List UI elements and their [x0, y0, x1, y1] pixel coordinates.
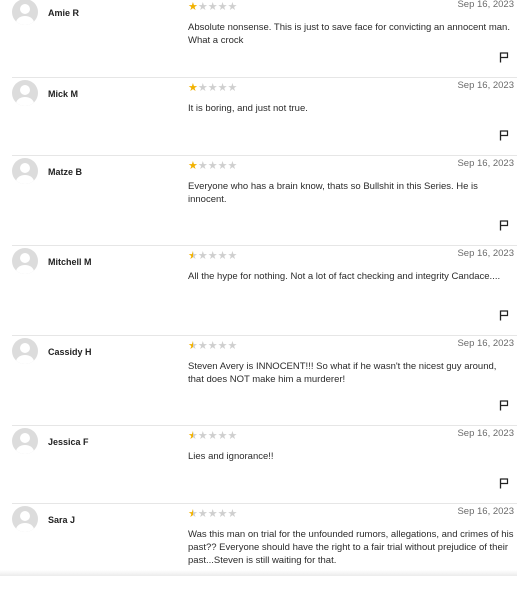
review-date: Sep 16, 2023: [457, 80, 514, 91]
star-icon: ★: [207, 340, 218, 352]
review-date: Sep 16, 2023: [457, 428, 514, 439]
star-icon: ★: [188, 250, 198, 262]
star-icon: ★: [207, 430, 218, 442]
star-icon: ★: [207, 1, 218, 13]
reviewer-name: Jessica F: [48, 437, 89, 447]
review-text: Absolute nonsense. This is just to save …: [188, 22, 510, 46]
star-icon: ★: [217, 82, 228, 94]
star-icon: ★: [197, 250, 208, 262]
star-icon: ★: [207, 160, 218, 172]
reviewer-name: Mitchell M: [48, 257, 92, 267]
star-icon: ★: [227, 160, 238, 172]
review-item: Mitchell M ★★★★★ Sep 16, 2023 All the hy…: [12, 246, 517, 336]
star-rating: ★★★★★: [188, 83, 237, 94]
star-rating: ★★★★★: [188, 341, 237, 352]
star-rating: ★★★★★: [188, 251, 237, 262]
star-icon: ★: [207, 250, 218, 262]
star-rating: ★★★★★: [188, 431, 237, 442]
star-icon: ★: [217, 250, 228, 262]
star-icon: ★: [217, 160, 228, 172]
star-icon: ★: [188, 508, 198, 520]
flag-icon[interactable]: [499, 310, 509, 321]
star-icon: ★: [227, 430, 238, 442]
star-icon: ★: [188, 1, 198, 13]
star-icon: ★: [207, 82, 218, 94]
flag-icon[interactable]: [499, 478, 509, 489]
review-text: All the hype for nothing. Not a lot of f…: [188, 271, 501, 282]
star-icon: ★: [217, 430, 228, 442]
reviewer-name: Matze B: [48, 167, 83, 177]
star-rating: ★★★★★: [188, 161, 237, 172]
reviewer-name: Sara J: [48, 515, 76, 525]
user-avatar-icon: [12, 506, 38, 532]
user-avatar-icon: [12, 338, 38, 364]
star-icon: ★: [188, 82, 198, 94]
review-date: Sep 16, 2023: [457, 248, 514, 259]
user-avatar-icon: [12, 0, 38, 25]
review-item: Cassidy H ★★★★★ Sep 16, 2023 Steven Aver…: [12, 336, 517, 426]
star-icon: ★: [197, 1, 208, 13]
review-item: Amie R ★★★★★ Sep 16, 2023 Absolute nonse…: [12, 0, 517, 78]
reviewer-name: Cassidy H: [48, 347, 92, 357]
review-date: Sep 16, 2023: [457, 0, 514, 10]
star-icon: ★: [207, 508, 218, 520]
review-date: Sep 16, 2023: [457, 506, 514, 517]
user-avatar-icon: [12, 428, 38, 454]
flag-icon[interactable]: [499, 52, 509, 63]
star-icon: ★: [227, 508, 238, 520]
star-icon: ★: [197, 340, 208, 352]
review-text: It is boring, and just not true.: [188, 103, 308, 114]
review-text: Steven Avery is INNOCENT!!! So what if h…: [188, 361, 497, 385]
star-rating: ★★★★★: [188, 2, 237, 13]
flag-icon[interactable]: [499, 400, 509, 411]
star-icon: ★: [217, 508, 228, 520]
star-icon: ★: [188, 430, 198, 442]
star-icon: ★: [197, 160, 208, 172]
user-avatar-icon: [12, 248, 38, 274]
scroll-fade: [0, 570, 517, 576]
user-avatar-icon: [12, 80, 38, 106]
review-date: Sep 16, 2023: [457, 158, 514, 169]
flag-icon[interactable]: [499, 220, 509, 231]
review-text: Lies and ignorance!!: [188, 451, 274, 462]
star-icon: ★: [197, 430, 208, 442]
star-icon: ★: [197, 508, 208, 520]
star-icon: ★: [227, 250, 238, 262]
reviewer-name: Amie R: [48, 8, 80, 18]
review-list: Amie R ★★★★★ Sep 16, 2023 Absolute nonse…: [0, 0, 517, 594]
review-item: Jessica F ★★★★★ Sep 16, 2023 Lies and ig…: [12, 426, 517, 504]
star-icon: ★: [188, 160, 198, 172]
reviewer-name: Mick M: [48, 89, 79, 99]
star-rating: ★★★★★: [188, 509, 237, 520]
review-item: Mick M ★★★★★ Sep 16, 2023 It is boring, …: [12, 78, 517, 156]
review-item: Matze B ★★★★★ Sep 16, 2023 Everyone who …: [12, 156, 517, 246]
review-date: Sep 16, 2023: [457, 338, 514, 349]
star-icon: ★: [188, 340, 198, 352]
star-icon: ★: [227, 1, 238, 13]
user-avatar-icon: [12, 158, 38, 184]
star-icon: ★: [197, 82, 208, 94]
star-icon: ★: [217, 340, 228, 352]
star-icon: ★: [227, 82, 238, 94]
review-text: Was this man on trial for the unfounded …: [188, 529, 514, 566]
review-text: Everyone who has a brain know, thats so …: [188, 181, 478, 205]
star-icon: ★: [227, 340, 238, 352]
star-icon: ★: [217, 1, 228, 13]
review-item: Sara J ★★★★★ Sep 16, 2023 Was this man o…: [12, 504, 517, 594]
flag-icon[interactable]: [499, 130, 509, 141]
